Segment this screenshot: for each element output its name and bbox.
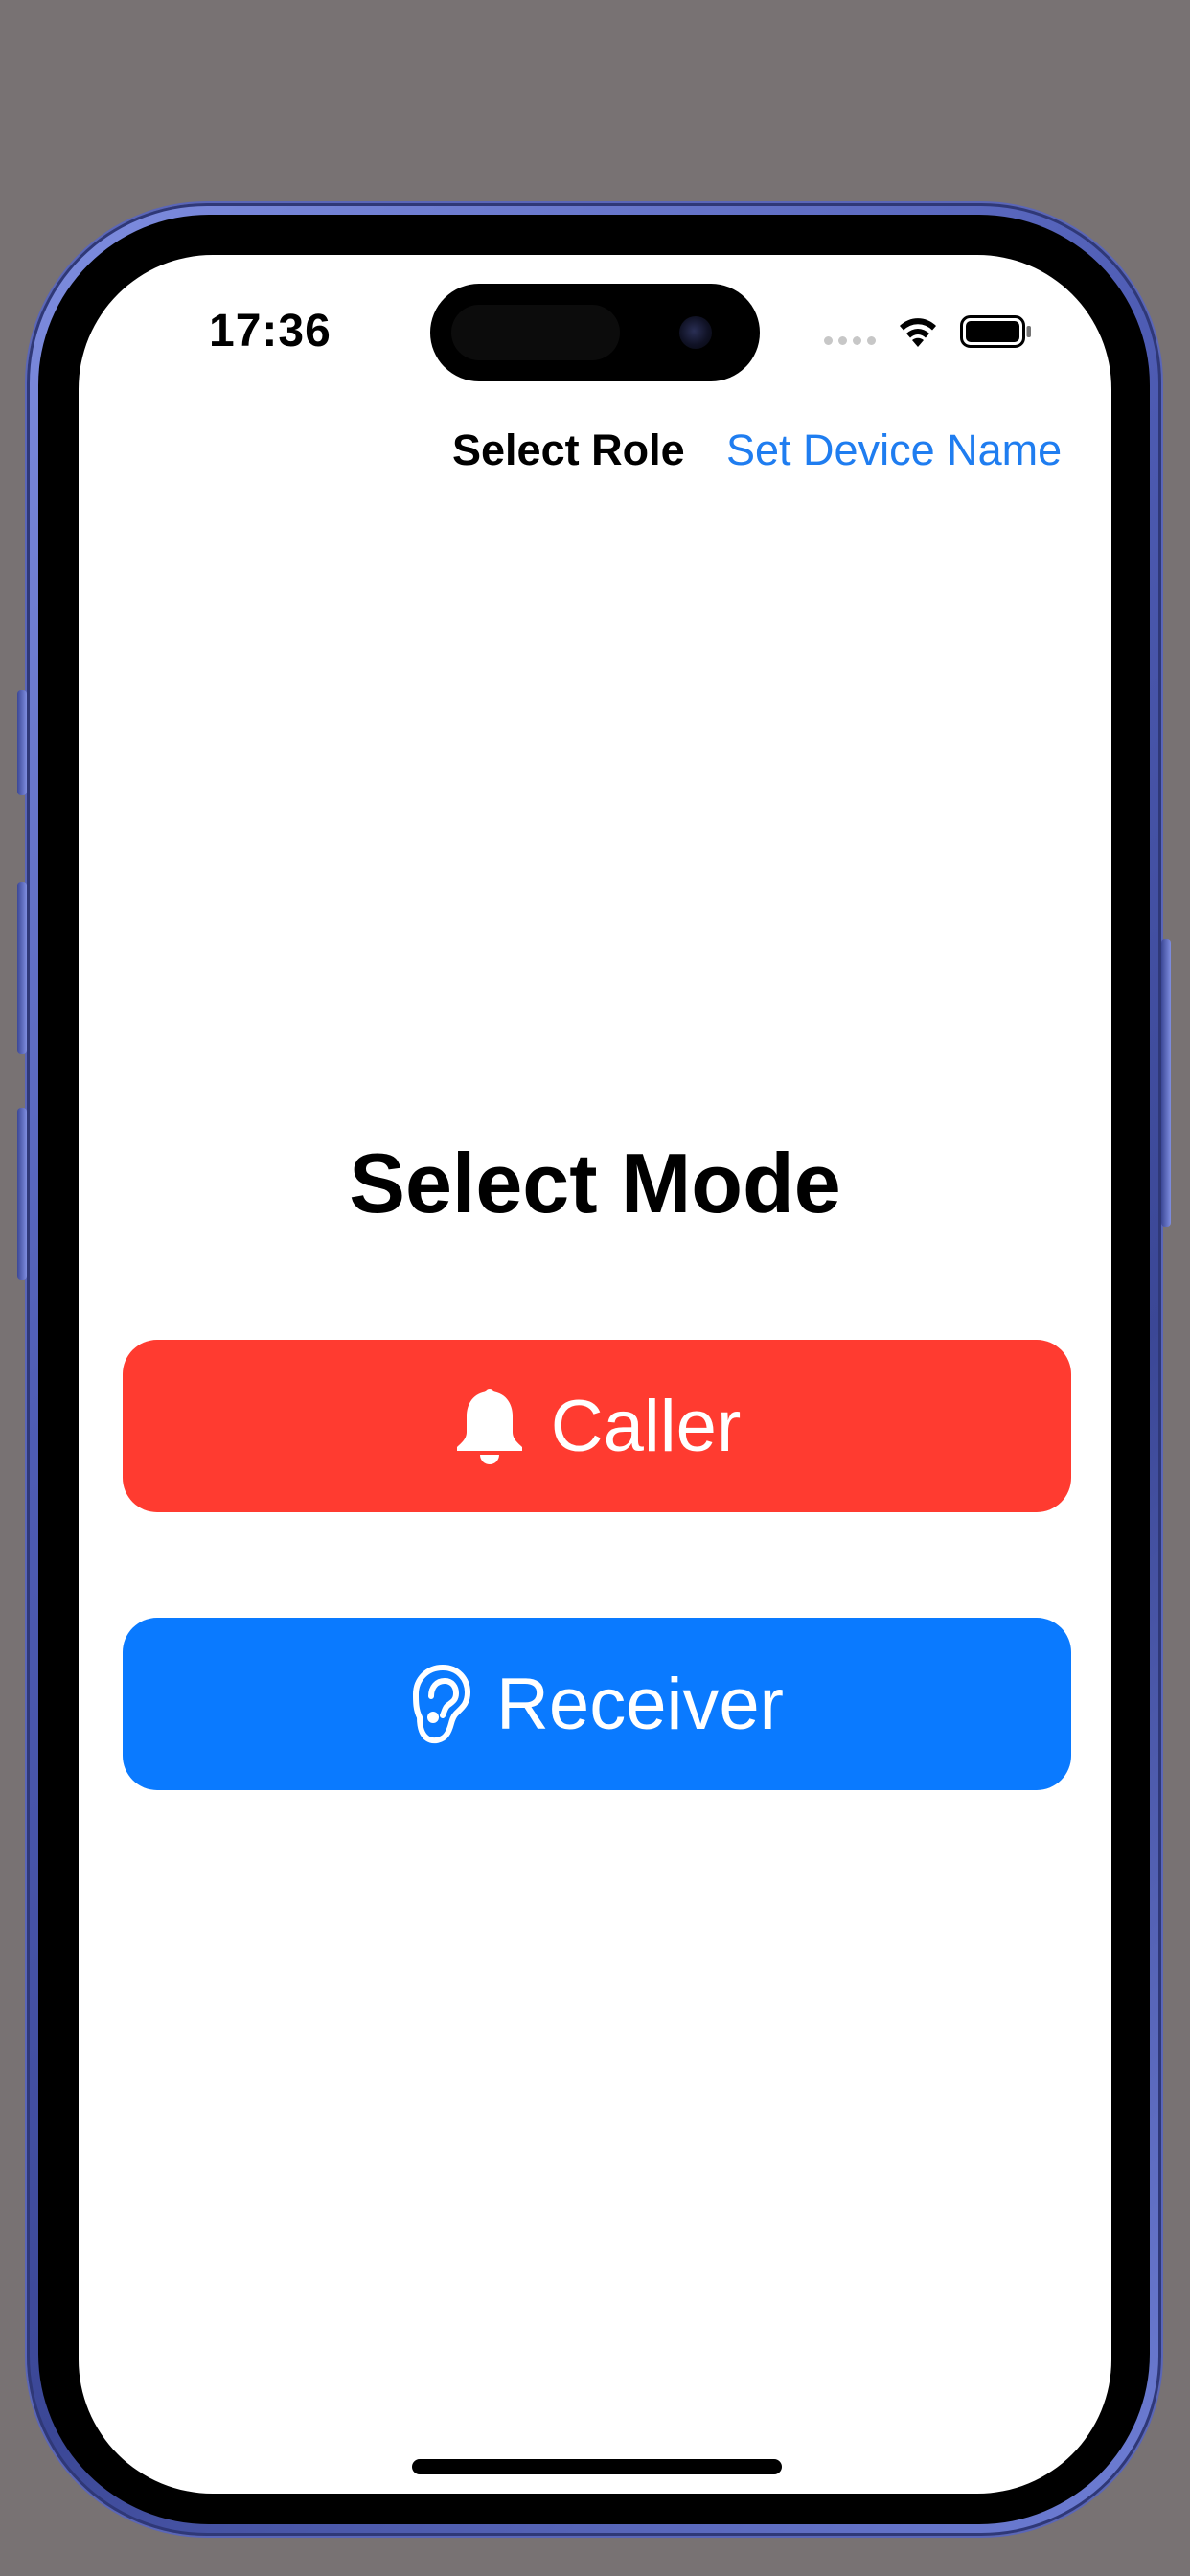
volume-up-button — [17, 882, 27, 1054]
set-device-name-button[interactable]: Set Device Name — [726, 426, 1062, 475]
action-button — [17, 690, 27, 795]
status-icons — [824, 312, 1033, 351]
camera-lens-icon — [679, 316, 712, 349]
phone-screen: 17:36 Select Role Set Device Name Select… — [79, 255, 1111, 2494]
wifi-icon — [900, 318, 936, 347]
battery-icon — [960, 315, 1031, 348]
caller-button[interactable]: Caller — [123, 1340, 1071, 1512]
island-sensor — [451, 305, 620, 360]
nav-title: Select Role — [452, 426, 685, 474]
dynamic-island — [430, 284, 760, 381]
receiver-button-label: Receiver — [496, 1663, 784, 1745]
ear-icon — [413, 1665, 471, 1744]
simulator-stage: 17:36 Select Role Set Device Name Select… — [0, 0, 1190, 2576]
page-heading: Select Mode — [349, 1136, 841, 1230]
cellular-dots-icon — [824, 312, 876, 351]
caller-button-label: Caller — [550, 1385, 742, 1467]
bell-icon — [456, 1389, 522, 1464]
home-indicator[interactable] — [412, 2459, 782, 2474]
receiver-button[interactable]: Receiver — [123, 1618, 1071, 1790]
status-time: 17:36 — [209, 306, 332, 356]
power-button — [1161, 939, 1171, 1227]
volume-down-button — [17, 1108, 27, 1280]
